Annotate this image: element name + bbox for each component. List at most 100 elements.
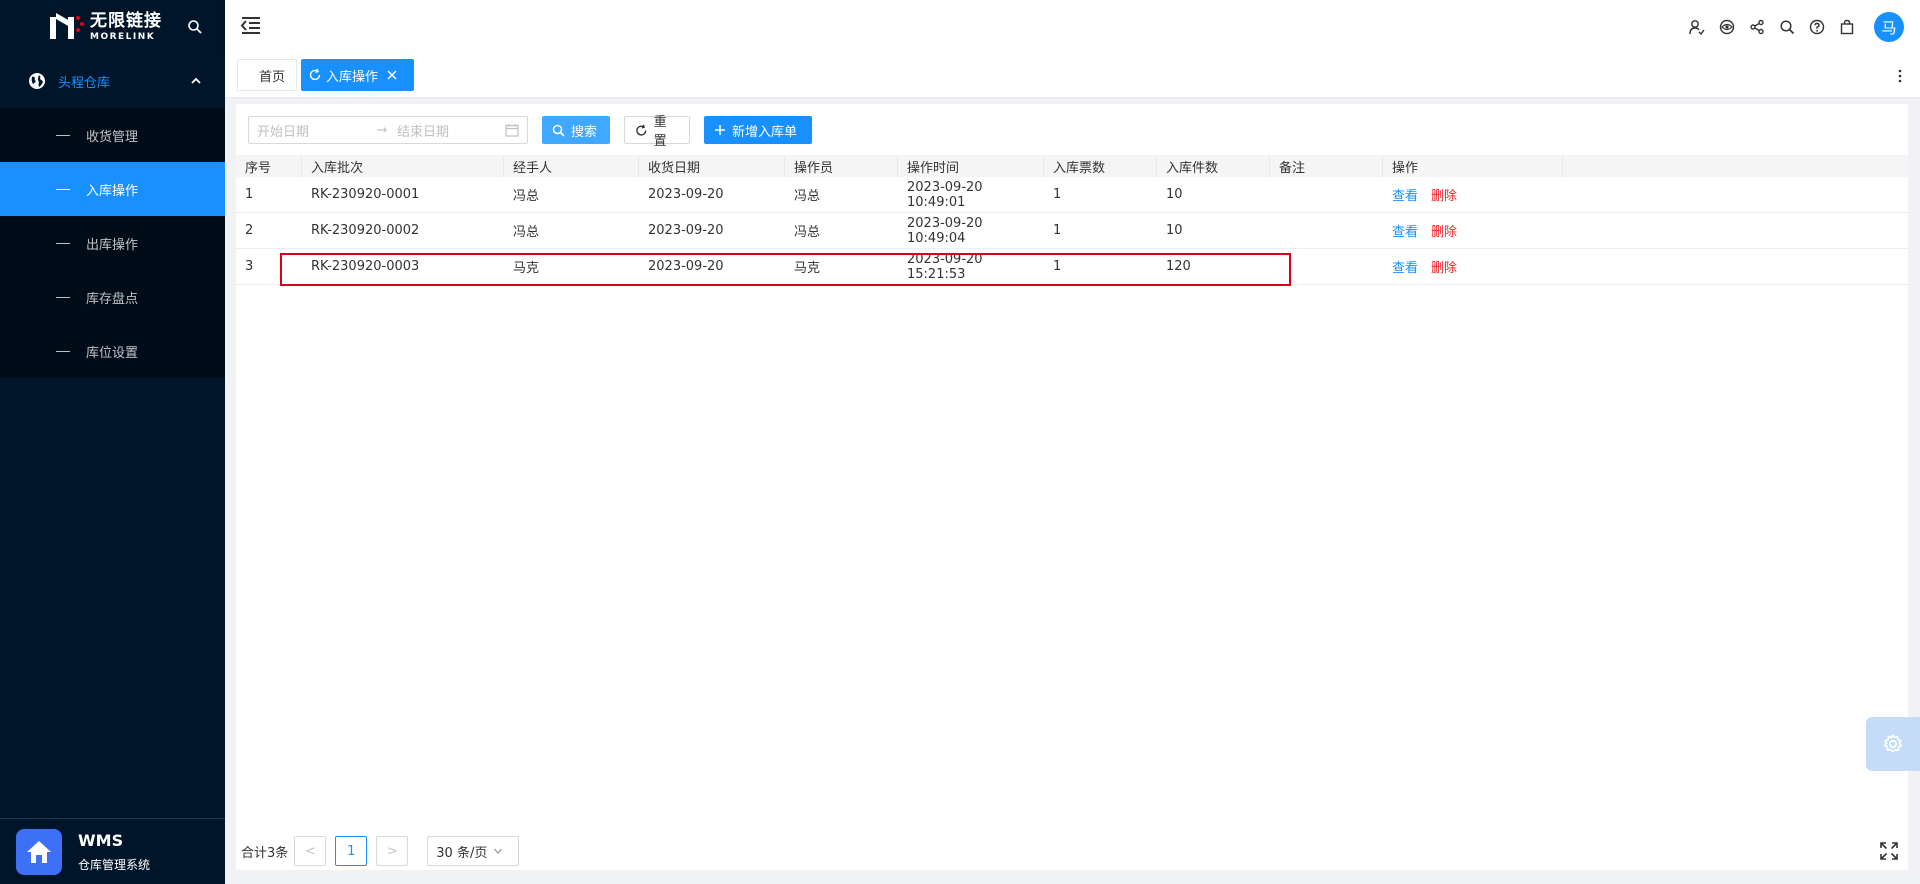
morelink-logo-icon	[50, 12, 84, 40]
search-icon[interactable]	[1778, 18, 1796, 36]
chevron-up-icon	[191, 77, 201, 84]
shopping-bag-icon[interactable]	[1838, 18, 1856, 36]
add-inbound-button[interactable]: 新增入库单	[704, 116, 812, 144]
next-page-button[interactable]: >	[376, 836, 409, 866]
search-button[interactable]: 搜索	[542, 116, 610, 144]
cell-time: 2023-09-20 10:49:01	[907, 179, 983, 210]
user-avatar[interactable]: 马	[1874, 12, 1904, 42]
add-button-label: 新增入库单	[732, 124, 798, 140]
view-link[interactable]: 查看	[1392, 185, 1418, 204]
sidebar-item-label: 库存盘点	[86, 291, 139, 307]
inbound-table: 序号 入库批次 经手人 收货日期 操作员 操作时间 入库票数 入库件数 备注 操…	[236, 155, 1908, 285]
sidebar-item-receiving[interactable]: 收货管理	[0, 108, 225, 162]
cell-date: 2023-09-20	[648, 259, 724, 274]
pagination-total: 合计3条	[241, 845, 289, 861]
pagination: 合计3条 < 1 > 30 条/页	[241, 836, 520, 866]
cell-date: 2023-09-20	[648, 187, 724, 202]
col-header: 收货日期	[639, 155, 785, 177]
cell-no: 3	[245, 259, 254, 274]
col-header: 操作	[1383, 155, 1563, 177]
sidebar-item-label: 入库操作	[86, 183, 139, 199]
logo-cn: 无限链接	[90, 10, 162, 31]
dash-icon	[56, 134, 70, 136]
table-row: 3 RK-230920-0003 马克 2023-09-20 马克 2023-0…	[236, 249, 1908, 285]
plus-icon	[715, 125, 725, 135]
logo-en: MORELINK	[90, 31, 156, 42]
cell-no: 2	[245, 223, 254, 238]
content-card: 开始日期 → 结束日期 搜索 重置 新增入库单 序号 入库批次 经手人 收货日期…	[236, 104, 1908, 870]
table-row: 2 RK-230920-0002 冯总 2023-09-20 冯总 2023-0…	[236, 213, 1908, 249]
sidebar-item-label: 库位设置	[86, 345, 139, 361]
cell-pieces: 10	[1166, 223, 1183, 238]
sidebar-item-outbound[interactable]: 出库操作	[0, 216, 225, 270]
end-date-input[interactable]: 结束日期	[397, 121, 507, 140]
dash-icon	[56, 350, 70, 352]
submenu: 收货管理 入库操作 出库操作 库存盘点 库位设置	[0, 108, 225, 378]
share-icon[interactable]	[1748, 18, 1766, 36]
cell-time: 2023-09-20 15:21:53	[907, 251, 983, 282]
reset-button-label: 重置	[653, 115, 667, 149]
col-header: 操作时间	[898, 155, 1044, 177]
cell-date: 2023-09-20	[648, 223, 724, 238]
toolbar: 开始日期 → 结束日期 搜索 重置 新增入库单	[248, 115, 826, 149]
cell-actions: 查看 删除	[1383, 249, 1563, 284]
view-link[interactable]: 查看	[1392, 257, 1418, 276]
date-range-picker[interactable]: 开始日期 → 结束日期	[248, 116, 528, 144]
tab-home[interactable]: 首页	[237, 59, 297, 91]
delete-link[interactable]: 删除	[1431, 221, 1457, 240]
cell-batch: RK-230920-0001	[311, 187, 420, 202]
delete-link[interactable]: 删除	[1431, 257, 1457, 276]
cell-operator: 冯总	[794, 225, 821, 240]
page-size-select[interactable]: 30 条/页	[427, 836, 520, 866]
eye-icon[interactable]	[1718, 18, 1736, 36]
cell-handler: 冯总	[513, 189, 540, 204]
sidebar-footer: WMS 仓库管理系统	[0, 818, 225, 884]
search-icon	[552, 124, 565, 137]
col-header: 入库批次	[302, 155, 504, 177]
app-subtitle: 仓库管理系统	[78, 857, 151, 872]
chevron-down-icon	[494, 848, 503, 854]
more-vertical-icon[interactable]	[1898, 68, 1902, 84]
settings-float-button[interactable]	[1866, 717, 1920, 771]
sidebar-item-inbound[interactable]: 入库操作	[0, 162, 225, 216]
col-header: 入库件数	[1157, 155, 1270, 177]
dash-icon	[56, 242, 70, 244]
prev-page-button[interactable]: <	[294, 836, 327, 866]
user-switch-icon[interactable]	[1688, 18, 1706, 36]
menu-fold-icon[interactable]	[240, 15, 262, 35]
app-title: WMS	[78, 830, 124, 850]
cell-tickets: 1	[1053, 223, 1062, 238]
menu-group-warehouse[interactable]: 头程仓库	[0, 54, 225, 108]
cell-handler: 马克	[513, 261, 540, 276]
col-header: 序号	[236, 155, 302, 177]
home-app-icon[interactable]	[16, 828, 62, 875]
search-button-label: 搜索	[571, 124, 598, 140]
help-icon[interactable]	[1808, 18, 1826, 36]
tab-inbound[interactable]: 入库操作	[301, 59, 414, 91]
delete-link[interactable]: 删除	[1431, 185, 1457, 204]
globe-icon	[29, 73, 45, 89]
cell-pieces: 120	[1166, 259, 1191, 274]
cell-operator: 马克	[794, 261, 821, 276]
refresh-icon	[636, 124, 647, 136]
sidebar-item-inventory[interactable]: 库存盘点	[0, 270, 225, 324]
top-header: 马	[225, 0, 1920, 54]
view-link[interactable]: 查看	[1392, 221, 1418, 240]
cell-remark	[1270, 213, 1383, 248]
sidebar-item-label: 收货管理	[86, 129, 139, 145]
refresh-icon[interactable]	[308, 68, 322, 82]
cell-operator: 冯总	[794, 189, 821, 204]
cell-tickets: 1	[1053, 259, 1062, 274]
col-header: 入库票数	[1044, 155, 1157, 177]
start-date-input[interactable]: 开始日期	[257, 121, 367, 140]
reset-button[interactable]: 重置	[624, 115, 690, 149]
fullscreen-icon[interactable]	[1880, 842, 1898, 860]
page-size-value: 30 条/页	[436, 845, 488, 861]
close-icon[interactable]	[386, 69, 398, 81]
page-number-button[interactable]: 1	[335, 836, 368, 866]
sidebar-item-location[interactable]: 库位设置	[0, 324, 225, 378]
cell-handler: 冯总	[513, 225, 540, 240]
col-header: 经手人	[504, 155, 639, 177]
cell-remark	[1270, 249, 1383, 284]
sidebar-search-icon[interactable]	[187, 19, 203, 35]
